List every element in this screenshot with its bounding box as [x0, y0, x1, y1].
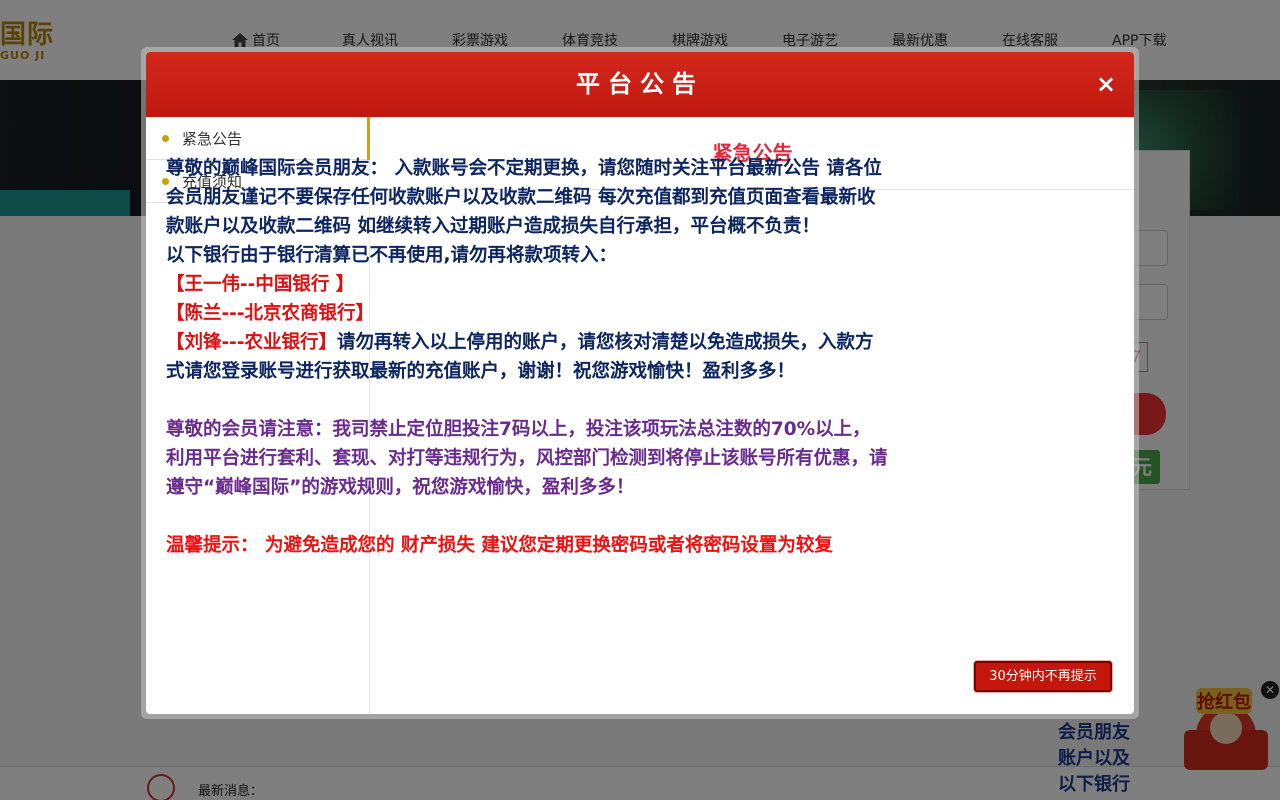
notice-paragraph: 尊敬的巅峰国际会员朋友： 入款账号会不定期更换，请您随时关注平台最新公告 请各位… [166, 158, 882, 237]
tab-label: 紧急公告 [182, 129, 243, 148]
notice-paragraph: 【刘锋---农业银行】请勿再转入以上停用的账户，请您核对清楚以免造成损失，入款方… [166, 328, 888, 386]
bank-item: 【王一伟--中国银行 】 [166, 274, 355, 295]
notice-paragraph: 尊敬的会员请注意：我司禁止定位胆投注7码以上，投注该项玩法总注数的70%以上，利… [166, 419, 888, 498]
bank-item: 【陈兰---北京农商银行】 [166, 303, 375, 324]
modal-header: 平台公告 × [146, 52, 1134, 117]
bullet-icon [162, 134, 169, 142]
close-icon[interactable]: × [1094, 72, 1118, 96]
announcement-body[interactable]: 尊敬的巅峰国际会员朋友： 入款账号会不定期更换，请您随时关注平台最新公告 请各位… [166, 154, 888, 594]
announcement-modal: 平台公告 × 紧急公告 充值须知 紧急公告 尊敬的巅峰国际会员朋友： 入款账号会… [146, 52, 1134, 714]
notice-paragraph: 以下银行由于银行清算已不再使用,请勿再将款项转入： [166, 245, 618, 266]
warm-tip: 温馨提示： 为避免造成您的 财产损失 建议您定期更换密码或者将密码设置为较复 [166, 535, 833, 556]
snooze-30min-button[interactable]: 30分钟内不再提示 [974, 661, 1112, 692]
modal-title: 平台公告 [576, 70, 704, 98]
bank-item: 【刘锋---农业银行】 [166, 332, 338, 353]
